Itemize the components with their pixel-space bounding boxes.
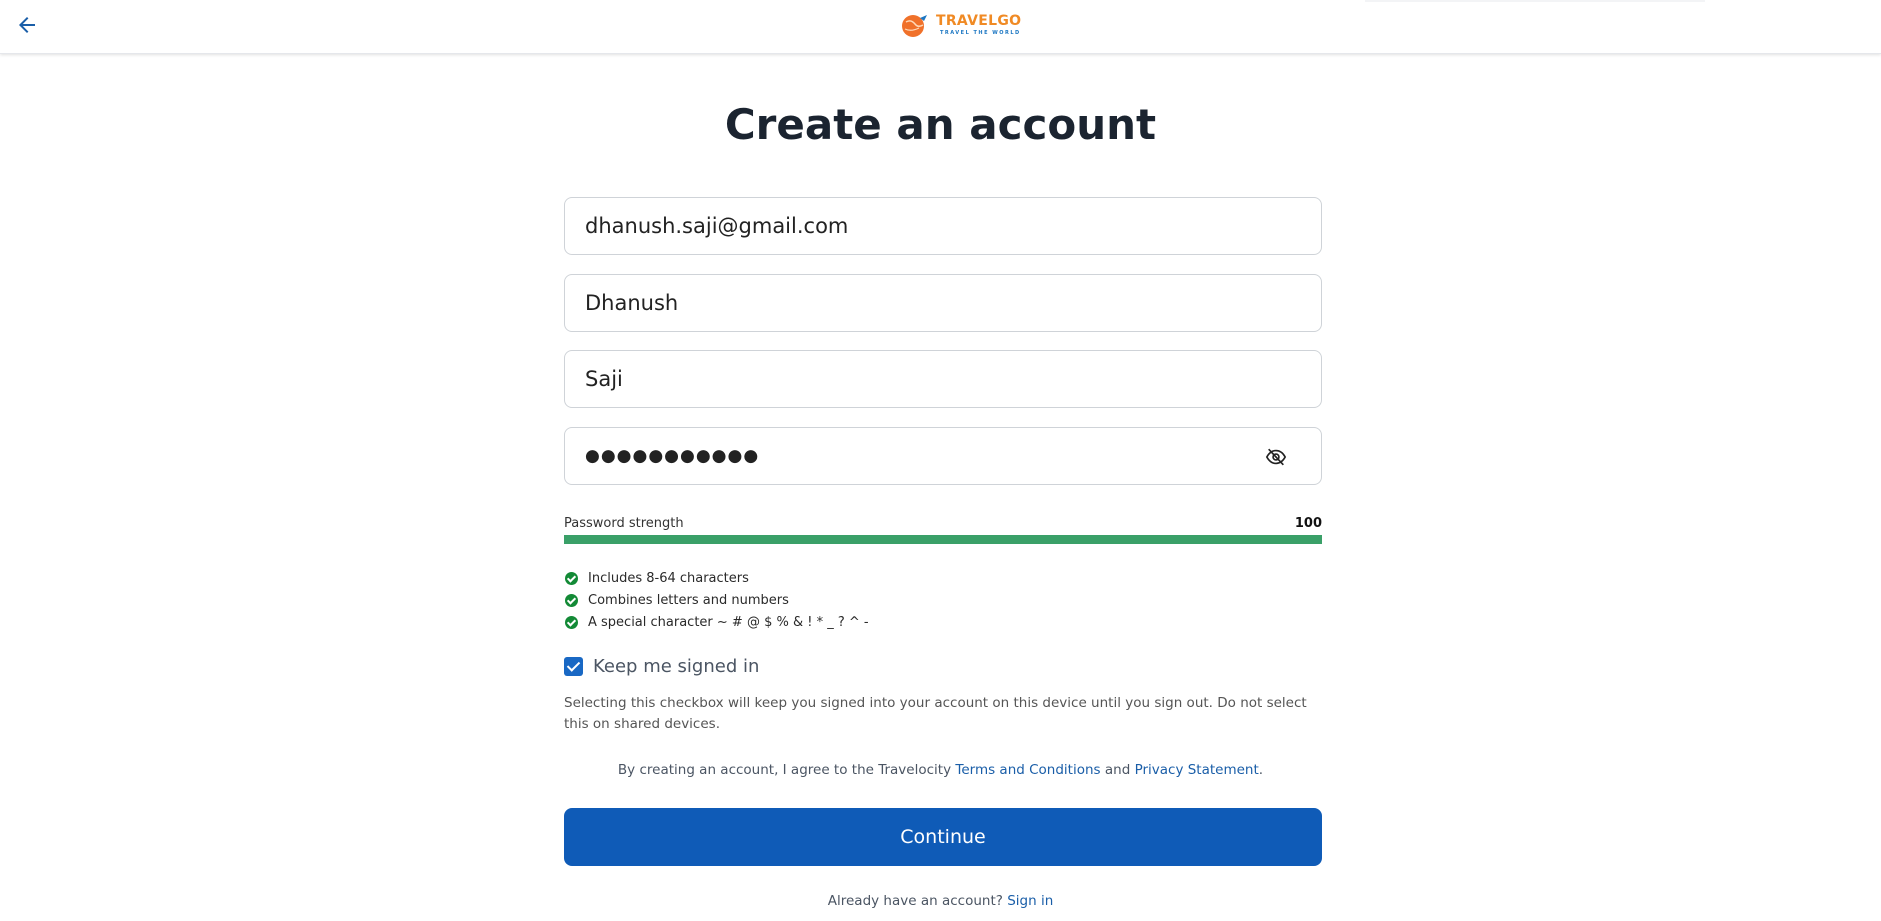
check-circle-icon (565, 593, 578, 607)
password-strength-fill (564, 535, 1322, 544)
privacy-statement-link[interactable]: Privacy Statement (1135, 762, 1259, 778)
first-name-input[interactable] (585, 275, 1225, 331)
password-strength-label: Password strength (564, 516, 684, 531)
top-bar: TRAVELGO TRAVEL THE WORLD (0, 0, 1881, 54)
eye-off-icon (1265, 448, 1287, 466)
password-strength-bar (564, 535, 1322, 544)
requirement-text: Includes 8-64 characters (588, 570, 749, 586)
keep-signed-in-description: Selecting this checkbox will keep you si… (564, 695, 1307, 732)
terms-and: and (1100, 762, 1135, 778)
keep-signed-in[interactable]: Keep me signed in (564, 656, 759, 677)
last-name-field[interactable] (564, 350, 1322, 408)
email-input[interactable] (585, 198, 1225, 254)
sign-in-prompt-text: Already have an account? (827, 893, 1008, 909)
last-name-input[interactable] (585, 351, 1225, 407)
requirement-text: Combines letters and numbers (588, 592, 789, 608)
requirement-item: Includes 8-64 characters (564, 567, 1264, 589)
keep-signed-in-label: Keep me signed in (593, 656, 760, 677)
page-title: Create an account (724, 100, 1157, 149)
toggle-password-visibility-button[interactable] (1265, 446, 1287, 468)
password-requirements: Includes 8-64 characters Combines letter… (564, 567, 1264, 633)
sign-in-link[interactable]: Sign in (1007, 893, 1053, 909)
back-button[interactable] (12, 10, 42, 40)
divider (1365, 0, 1705, 2)
terms-prefix: By creating an account, I agree to the T… (617, 762, 956, 778)
arrow-left-icon (19, 17, 35, 33)
sign-in-prompt: Already have an account? Sign in (0, 893, 1881, 909)
terms-notice: By creating an account, I agree to the T… (0, 762, 1881, 778)
check-circle-icon (565, 615, 578, 629)
logo-tagline: TRAVEL THE WORLD (940, 30, 1021, 36)
terms-and-conditions-link[interactable]: Terms and Conditions (955, 762, 1100, 778)
keep-signed-in-checkbox[interactable] (564, 657, 583, 676)
first-name-field[interactable] (564, 274, 1322, 332)
travelgo-logo[interactable]: TRAVELGO TRAVEL THE WORLD (900, 10, 1021, 40)
globe-plane-icon (902, 15, 927, 37)
password-field[interactable] (564, 427, 1322, 485)
requirement-item: A special character ~ # @ $ % & ! * _ ? … (564, 611, 1264, 633)
logo-name: TRAVELGO (936, 13, 1022, 29)
check-circle-icon (565, 571, 578, 585)
requirement-text: A special character ~ # @ $ % & ! * _ ? … (588, 614, 869, 630)
requirement-item: Combines letters and numbers (564, 589, 1264, 611)
password-input[interactable] (585, 428, 1225, 484)
email-field[interactable] (564, 197, 1322, 255)
password-strength: Password strength 100 (564, 516, 1322, 532)
continue-button[interactable]: Continue (564, 808, 1322, 866)
password-strength-value: 100 (1294, 516, 1322, 531)
terms-suffix: . (1258, 762, 1264, 778)
